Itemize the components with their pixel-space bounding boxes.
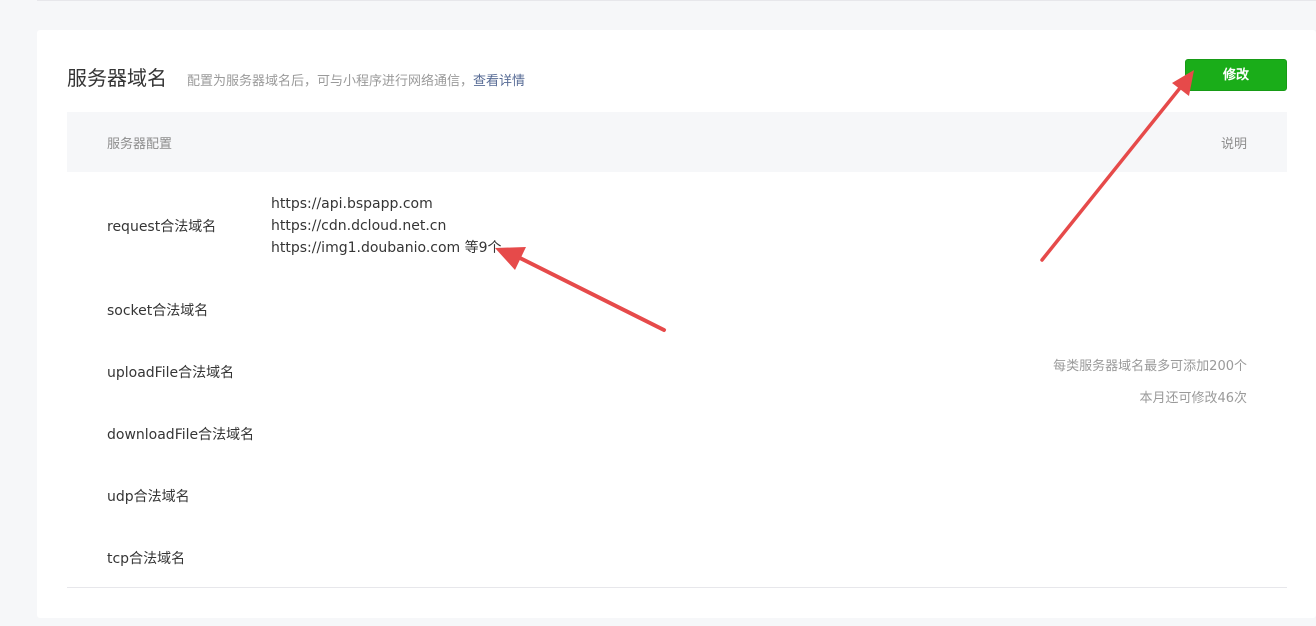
row-label-downloadfile: downloadFile合法域名: [107, 427, 255, 443]
domain-item: https://cdn.dcloud.net.cn: [271, 218, 447, 234]
column-header-note: 说明: [1220, 137, 1247, 152]
row-label-socket: socket合法域名: [107, 303, 209, 319]
remaining-edits-note: 本月还可修改46次: [1139, 391, 1247, 406]
domain-limit-note: 每类服务器域名最多可添加200个: [1053, 359, 1247, 374]
section-header: 服务器域名 配置为服务器域名后，可与小程序进行网络通信， 查看详情: [67, 62, 525, 92]
row-label-uploadfile: uploadFile合法域名: [107, 365, 235, 381]
view-details-link[interactable]: 查看详情: [473, 70, 525, 89]
previous-card: [37, 0, 1316, 1]
table-header: 服务器配置 说明: [67, 112, 1287, 172]
row-label-request: request合法域名: [107, 219, 217, 235]
table-bottom-divider: [67, 587, 1287, 588]
row-label-tcp: tcp合法域名: [107, 551, 186, 567]
row-label-udp: udp合法域名: [107, 489, 190, 505]
section-description: 配置为服务器域名后，可与小程序进行网络通信，: [187, 74, 474, 89]
domain-item: https://img1.doubanio.com 等9个: [271, 240, 502, 256]
edit-button[interactable]: 修改: [1185, 59, 1287, 91]
section-title: 服务器域名: [67, 66, 167, 90]
domain-item: https://api.bspapp.com: [271, 196, 433, 212]
server-domain-card: 服务器域名 配置为服务器域名后，可与小程序进行网络通信， 查看详情 修改 服务器…: [37, 30, 1316, 618]
column-header-config: 服务器配置: [107, 137, 173, 152]
request-domain-list: https://api.bspapp.com https://cdn.dclou…: [271, 193, 502, 259]
